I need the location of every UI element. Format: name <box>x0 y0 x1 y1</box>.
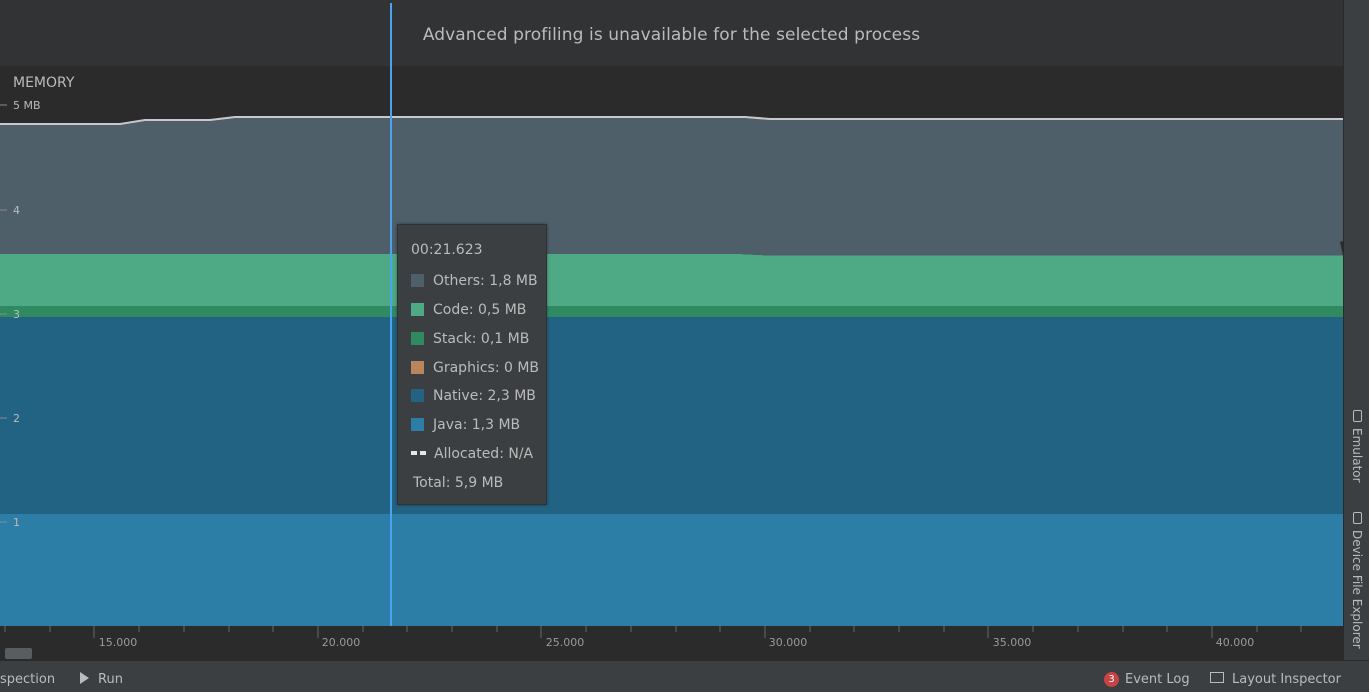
legend-native: Native: 2,3 MB <box>411 388 536 406</box>
legend-label: Java: 1,3 MB <box>433 417 521 433</box>
legend-label: Code: 0,5 MB <box>433 302 527 318</box>
others-area <box>0 117 1343 256</box>
emulator-icon <box>1352 410 1362 422</box>
event-log-label: Event Log <box>1125 672 1190 687</box>
legend-java: Java: 1,3 MB <box>411 417 520 435</box>
legend-swatch <box>411 303 424 316</box>
legend-swatch <box>411 418 424 431</box>
legend-code: Code: 0,5 MB <box>411 302 526 320</box>
timeline-tick-label: 30.000 <box>768 636 808 649</box>
memory-tooltip: 00:21.623 Others: 1,8 MB Code: 0,5 MB St… <box>397 224 547 505</box>
legend-label: Others: 1,8 MB <box>433 273 538 289</box>
java-area <box>0 514 1343 626</box>
legend-others: Others: 1,8 MB <box>411 273 538 291</box>
memory-chart-svg <box>0 104 1343 626</box>
notification-badge: 3 <box>1104 672 1119 687</box>
legend-swatch <box>411 361 424 374</box>
y-tick-label: 1 <box>13 516 20 529</box>
y-axis-max-label: 5 MB <box>13 99 41 112</box>
y-tick-label: 4 <box>13 204 20 217</box>
side-tab-label: Emulator <box>1350 428 1364 483</box>
legend-graphics: Graphics: 0 MB <box>411 360 539 378</box>
legend-stack: Stack: 0,1 MB <box>411 331 529 349</box>
y-tick-label: 3 <box>13 308 20 321</box>
legend-swatch <box>411 389 424 402</box>
timeline-cursor-line[interactable] <box>390 3 392 626</box>
run-label: Run <box>98 672 123 687</box>
timeline-scrollbar-thumb[interactable] <box>5 648 32 659</box>
device-icon <box>1352 512 1362 524</box>
legend-allocated: Allocated: N/A <box>411 446 533 464</box>
legend-label: Graphics: 0 MB <box>433 360 540 376</box>
timeline-minor-ticks <box>4 626 1302 638</box>
layout-inspector-label: Layout Inspector <box>1232 672 1341 687</box>
timeline-axis[interactable]: 15.000 20.000 25.000 30.000 35.000 40.00… <box>0 626 1343 660</box>
timeline-tick-label: 15.000 <box>98 636 138 649</box>
timeline-tick-label: 25.000 <box>545 636 585 649</box>
tooltip-time: 00:21.623 <box>411 242 483 258</box>
legend-swatch <box>411 274 424 287</box>
banner-message: Advanced profiling is unavailable for th… <box>422 25 921 45</box>
event-log-tab[interactable]: 3 Event Log <box>1104 672 1190 687</box>
inspection-label: spection <box>0 672 56 687</box>
right-tool-window-strip: Emulator Device File Explorer <box>1343 0 1369 660</box>
run-tab[interactable]: Run <box>80 672 123 687</box>
dashed-line-icon <box>411 451 426 455</box>
status-bar: spection Run 3 Event Log Layout Inspector <box>0 660 1369 692</box>
tooltip-total: Total: 5,9 MB <box>413 475 504 491</box>
timeline-tick-label: 20.000 <box>321 636 361 649</box>
native-area <box>0 317 1343 514</box>
layout-inspector-icon <box>1210 672 1224 683</box>
code-area <box>0 254 1343 306</box>
legend-label: Native: 2,3 MB <box>433 388 536 404</box>
side-tab-emulator[interactable]: Emulator <box>1347 410 1367 483</box>
timeline-tick-label: 40.000 <box>1215 636 1255 649</box>
side-tab-label: Device File Explorer <box>1350 530 1364 649</box>
legend-label: Stack: 0,1 MB <box>433 331 530 347</box>
y-tick-label: 2 <box>13 412 20 425</box>
timeline-tick-label: 35.000 <box>992 636 1032 649</box>
timeline-ticks <box>4 626 1302 638</box>
profiler-banner: Advanced profiling is unavailable for th… <box>0 0 1343 67</box>
stack-area <box>0 306 1343 317</box>
play-icon <box>80 672 89 684</box>
memory-chart[interactable]: MEMORY 5 MB 4 3 2 1 <box>0 66 1343 626</box>
memory-title: MEMORY <box>13 75 75 91</box>
inspection-tab[interactable]: spection <box>0 672 55 687</box>
legend-label: Allocated: N/A <box>434 446 534 462</box>
legend-swatch <box>411 332 424 345</box>
side-tab-device-file-explorer[interactable]: Device File Explorer <box>1347 512 1367 649</box>
layout-inspector-tab[interactable]: Layout Inspector <box>1210 672 1341 687</box>
